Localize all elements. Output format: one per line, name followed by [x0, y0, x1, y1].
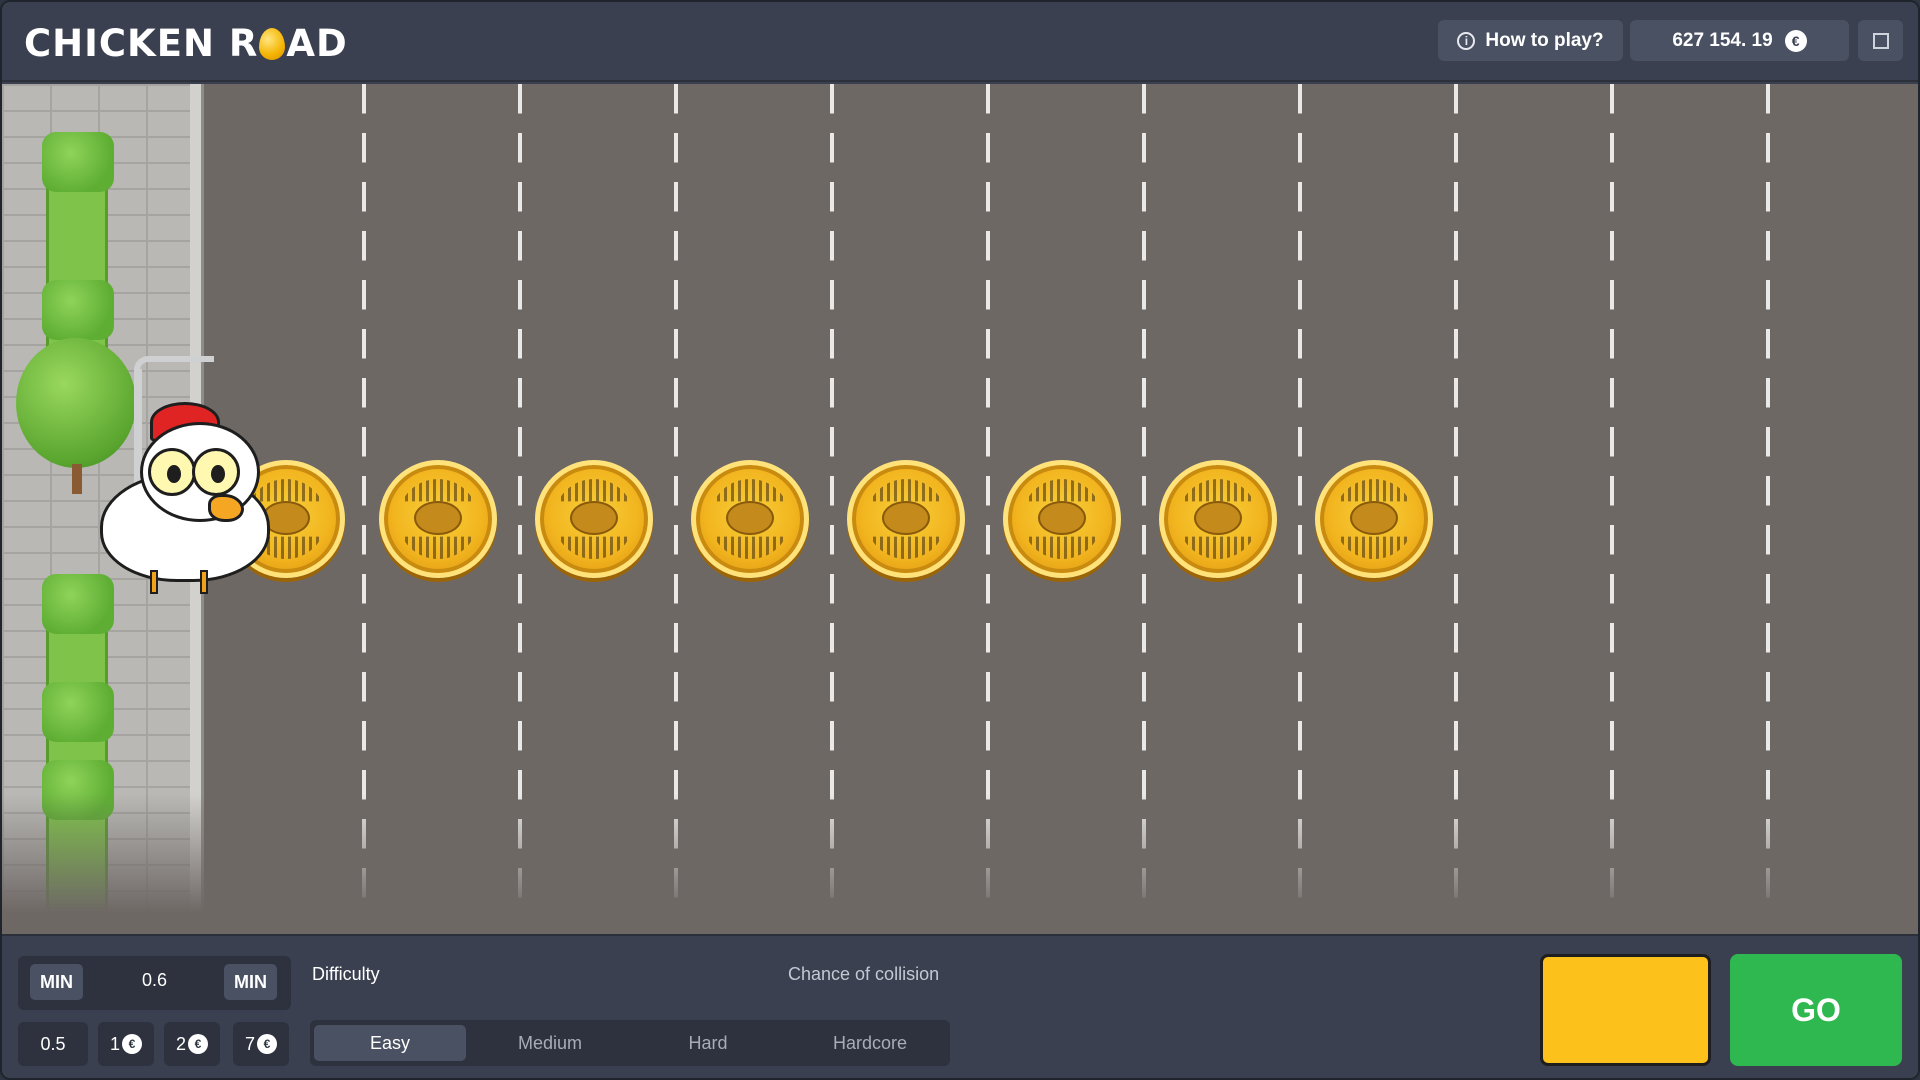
- lane-coin[interactable]: [1315, 460, 1433, 578]
- chicken-leg: [200, 570, 208, 594]
- chicken-character: [90, 402, 280, 594]
- bet-chip-2[interactable]: 2 €: [164, 1022, 220, 1066]
- bet-chip-0-5[interactable]: 0.5: [18, 1022, 88, 1066]
- tree-trunk: [72, 464, 82, 494]
- euro-coin-icon: €: [122, 1034, 142, 1054]
- fullscreen-icon: [1872, 32, 1889, 49]
- lane-coin[interactable]: [1159, 460, 1277, 578]
- egg-icon: [259, 28, 286, 60]
- how-to-play-button[interactable]: i How to play?: [1438, 20, 1623, 61]
- bet-amount-control: MIN 0.6 MIN: [18, 956, 291, 1010]
- road-fade: [2, 794, 1918, 934]
- how-to-play-label: How to play?: [1485, 29, 1604, 51]
- bet-chip-7[interactable]: 7 €: [233, 1022, 289, 1066]
- bet-chip-1[interactable]: 1 €: [98, 1022, 154, 1066]
- difficulty-hardcore[interactable]: Hardcore: [794, 1025, 946, 1061]
- lane-coin[interactable]: [691, 460, 809, 578]
- logo-text-left: CHICKEN R: [24, 22, 259, 65]
- game-board: [2, 84, 1918, 934]
- difficulty-selector: Easy Medium Hard Hardcore: [310, 1020, 950, 1066]
- lane-coin[interactable]: [847, 460, 965, 578]
- header-bar: CHICKEN R AD i How to play? 627 154. 19 €: [2, 2, 1918, 82]
- lane-coin[interactable]: [379, 460, 497, 578]
- chip-value: 0.5: [40, 1033, 66, 1054]
- app-window: CHICKEN R AD i How to play? 627 154. 19 €: [0, 0, 1920, 1080]
- chip-value: 7: [244, 1033, 255, 1054]
- game-logo: CHICKEN R AD: [24, 22, 348, 65]
- chicken-beak: [208, 494, 244, 522]
- euro-coin-icon: €: [257, 1034, 277, 1054]
- street-lamp: [134, 356, 214, 376]
- chip-value: 1: [109, 1033, 120, 1054]
- euro-coin-icon: €: [188, 1034, 208, 1054]
- bush: [42, 280, 114, 340]
- lane-coin[interactable]: [535, 460, 653, 578]
- fullscreen-button[interactable]: [1858, 20, 1903, 61]
- bet-min-button[interactable]: MIN: [30, 964, 83, 1000]
- cashout-button[interactable]: [1540, 954, 1711, 1066]
- chicken-leg: [150, 570, 158, 594]
- difficulty-label: Difficulty: [312, 964, 380, 984]
- control-panel: MIN 0.6 MIN 0.5 1 € 2 € 7 € Difficulty C…: [2, 934, 1918, 1078]
- difficulty-easy[interactable]: Easy: [314, 1025, 466, 1061]
- difficulty-hard[interactable]: Hard: [632, 1025, 784, 1061]
- bet-amount-value[interactable]: 0.6: [118, 970, 191, 991]
- chicken-eye: [192, 448, 240, 496]
- collision-chance-label: Chance of collision: [788, 964, 940, 984]
- lane-coin[interactable]: [1003, 460, 1121, 578]
- chip-value: 2: [175, 1033, 186, 1054]
- info-icon: i: [1457, 31, 1476, 50]
- balance-display: 627 154. 19 €: [1630, 20, 1849, 61]
- difficulty-medium[interactable]: Medium: [474, 1025, 626, 1061]
- logo-text-right: AD: [286, 22, 348, 65]
- bush: [42, 682, 114, 742]
- bush: [42, 132, 114, 192]
- go-button[interactable]: GO: [1730, 954, 1902, 1066]
- balance-value: 627 154. 19: [1672, 29, 1773, 51]
- chicken-eye: [148, 448, 196, 496]
- euro-coin-icon: €: [1784, 29, 1807, 52]
- bet-max-button[interactable]: MIN: [224, 964, 277, 1000]
